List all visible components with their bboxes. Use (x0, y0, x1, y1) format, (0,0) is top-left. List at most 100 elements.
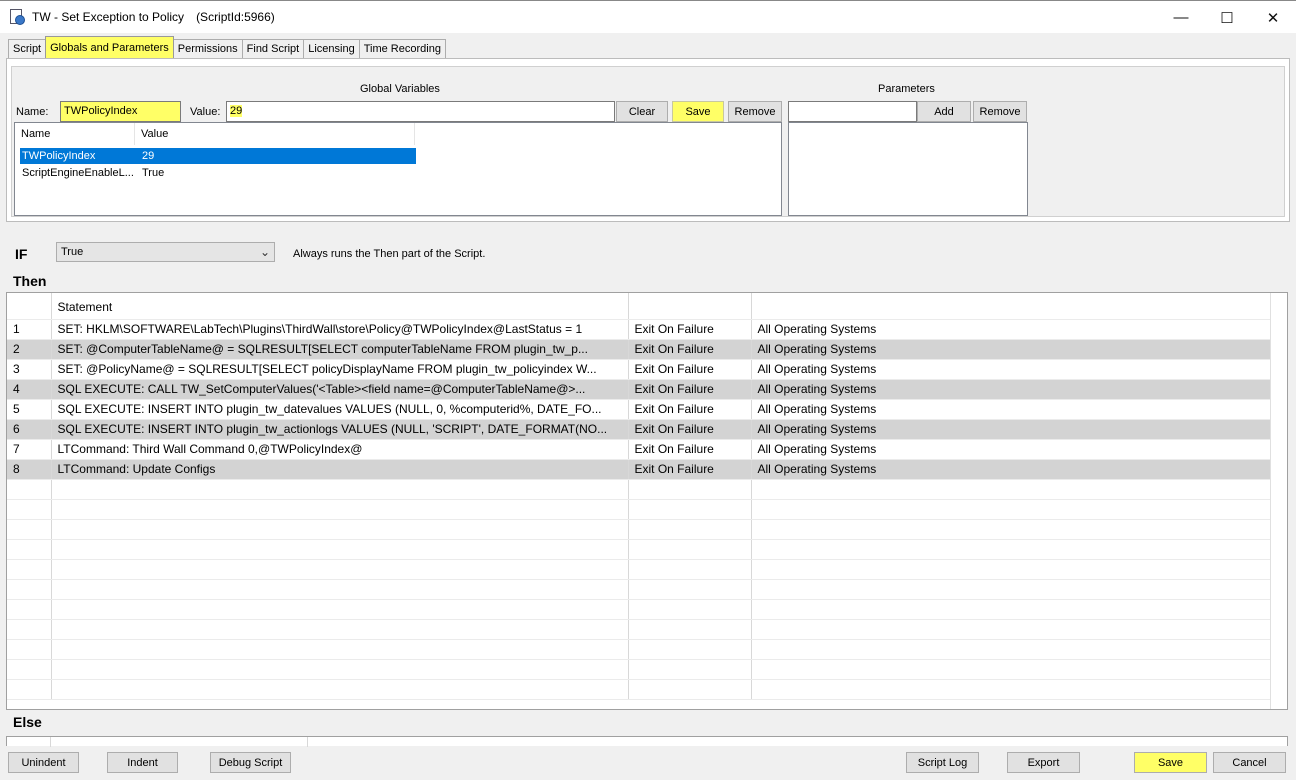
statement-number: 8 (7, 459, 52, 480)
statement-number: 4 (7, 379, 52, 400)
global-variables-title: Global Variables (360, 83, 440, 95)
global-row[interactable]: ScriptEngineEnableL... True (20, 165, 416, 181)
grid-header-row: Statement (7, 293, 1271, 320)
global-variables-list[interactable]: Name Value TWPolicyIndex 29 ScriptEngine… (14, 122, 782, 216)
name-label: Name: (16, 106, 49, 118)
global-name-input[interactable]: TWPolicyIndex (60, 101, 181, 122)
statement-on-failure: Exit On Failure (628, 339, 752, 360)
statement-os: All Operating Systems (751, 319, 1271, 340)
close-button[interactable]: ✕ (1250, 1, 1296, 34)
if-label: IF (15, 246, 28, 262)
grid-vertical-scrollbar[interactable] (1270, 293, 1287, 709)
statement-number: 7 (7, 439, 52, 460)
statement-text: SET: @PolicyName@ = SQLRESULT[SELECT pol… (51, 359, 629, 380)
statement-text: LTCommand: Update Configs (51, 459, 629, 480)
statement-column-header[interactable]: Statement (51, 293, 629, 320)
indent-button[interactable]: Indent (107, 752, 178, 773)
global-value-text: 29 (230, 105, 243, 117)
script-log-button[interactable]: Script Log (906, 752, 979, 773)
script-id: (ScriptId:5966) (196, 10, 275, 24)
statement-os: All Operating Systems (751, 399, 1271, 420)
statement-on-failure: Exit On Failure (628, 359, 752, 380)
tab-script[interactable]: Script (8, 39, 47, 58)
script-app-icon (8, 8, 26, 26)
parameters-list[interactable] (788, 122, 1028, 216)
maximize-button[interactable]: ☐ (1204, 1, 1250, 34)
empty-row (7, 619, 1271, 640)
global-row-value: True (142, 167, 165, 179)
statement-row[interactable]: 6 SQL EXECUTE: INSERT INTO plugin_tw_act… (7, 419, 1271, 440)
debug-script-button[interactable]: Debug Script (210, 752, 291, 773)
parameter-input[interactable] (788, 101, 917, 122)
global-value-input[interactable]: 29 (226, 101, 615, 122)
statement-number: 1 (7, 319, 52, 340)
empty-row (7, 479, 1271, 500)
empty-row (7, 659, 1271, 680)
statement-on-failure: Exit On Failure (628, 419, 752, 440)
statement-number: 6 (7, 419, 52, 440)
empty-row (7, 679, 1271, 700)
if-condition-description: Always runs the Then part of the Script. (293, 248, 486, 260)
statement-row[interactable]: 7 LTCommand: Third Wall Command 0,@TWPol… (7, 439, 1271, 460)
add-parameter-button[interactable]: Add (917, 101, 971, 122)
statement-number: 5 (7, 399, 52, 420)
statement-os: All Operating Systems (751, 419, 1271, 440)
empty-row (7, 559, 1271, 580)
statement-row[interactable]: 2 SET: @ComputerTableName@ = SQLRESULT[S… (7, 339, 1271, 360)
empty-row (7, 579, 1271, 600)
parameters-title: Parameters (878, 83, 935, 95)
statement-on-failure: Exit On Failure (628, 319, 752, 340)
statement-os: All Operating Systems (751, 359, 1271, 380)
global-value-column[interactable]: Value (135, 123, 415, 145)
global-list-header: Name Value (15, 123, 415, 145)
remove-parameter-button[interactable]: Remove (973, 101, 1027, 122)
empty-row (7, 639, 1271, 660)
statement-row[interactable]: 1 SET: HKLM\SOFTWARE\LabTech\Plugins\Thi… (7, 319, 1271, 340)
then-label: Then (13, 273, 47, 289)
global-row[interactable]: TWPolicyIndex 29 (20, 148, 416, 164)
save-global-button[interactable]: Save (672, 101, 724, 122)
statement-os: All Operating Systems (751, 439, 1271, 460)
remove-global-button[interactable]: Remove (728, 101, 782, 122)
statement-number: 3 (7, 359, 52, 380)
os-column-header[interactable] (751, 293, 1271, 320)
export-button[interactable]: Export (1007, 752, 1080, 773)
tab-globals-and-parameters[interactable]: Globals and Parameters (45, 36, 174, 58)
chevron-down-icon: ⌄ (259, 245, 270, 259)
statement-os: All Operating Systems (751, 379, 1271, 400)
minimize-button[interactable]: — (1158, 1, 1204, 34)
unindent-button[interactable]: Unindent (8, 752, 79, 773)
tab-licensing[interactable]: Licensing (303, 39, 360, 58)
if-condition-select[interactable]: True ⌄ (56, 242, 275, 262)
globals-tab-panel: Global Variables Name: TWPolicyIndex Val… (6, 58, 1290, 222)
cancel-button[interactable]: Cancel (1213, 752, 1286, 773)
statement-os: All Operating Systems (751, 459, 1271, 480)
statement-on-failure: Exit On Failure (628, 379, 752, 400)
statement-row[interactable]: 3 SET: @PolicyName@ = SQLRESULT[SELECT p… (7, 359, 1271, 380)
on-failure-column-header[interactable] (628, 293, 752, 320)
statement-row[interactable]: 5 SQL EXECUTE: INSERT INTO plugin_tw_dat… (7, 399, 1271, 420)
statement-os: All Operating Systems (751, 339, 1271, 360)
global-name-column[interactable]: Name (15, 123, 135, 145)
statement-row[interactable]: 4 SQL EXECUTE: CALL TW_SetComputerValues… (7, 379, 1271, 400)
statement-row[interactable]: 8 LTCommand: Update Configs Exit On Fail… (7, 459, 1271, 480)
empty-row (7, 519, 1271, 540)
tab-time-recording[interactable]: Time Recording (358, 39, 446, 58)
statement-text: SQL EXECUTE: INSERT INTO plugin_tw_actio… (51, 419, 629, 440)
save-button[interactable]: Save (1134, 752, 1207, 773)
tab-permissions[interactable]: Permissions (172, 39, 243, 58)
tab-find-script[interactable]: Find Script (241, 39, 305, 58)
statement-on-failure: Exit On Failure (628, 439, 752, 460)
clear-button[interactable]: Clear (616, 101, 668, 122)
statement-on-failure: Exit On Failure (628, 459, 752, 480)
statement-text: LTCommand: Third Wall Command 0,@TWPolic… (51, 439, 629, 460)
tab-strip: Script Globals and Parameters Permission… (8, 36, 446, 58)
statement-number: 2 (7, 339, 52, 360)
empty-row (7, 539, 1271, 560)
else-label: Else (13, 714, 42, 730)
else-statements-grid[interactable] (6, 736, 1288, 747)
if-condition-value: True (61, 246, 84, 258)
then-statements-grid[interactable]: Statement 1 SET: HKLM\SOFTWARE\LabTech\P… (6, 292, 1288, 710)
window-title: TW - Set Exception to Policy (32, 10, 185, 24)
empty-row (7, 499, 1271, 520)
